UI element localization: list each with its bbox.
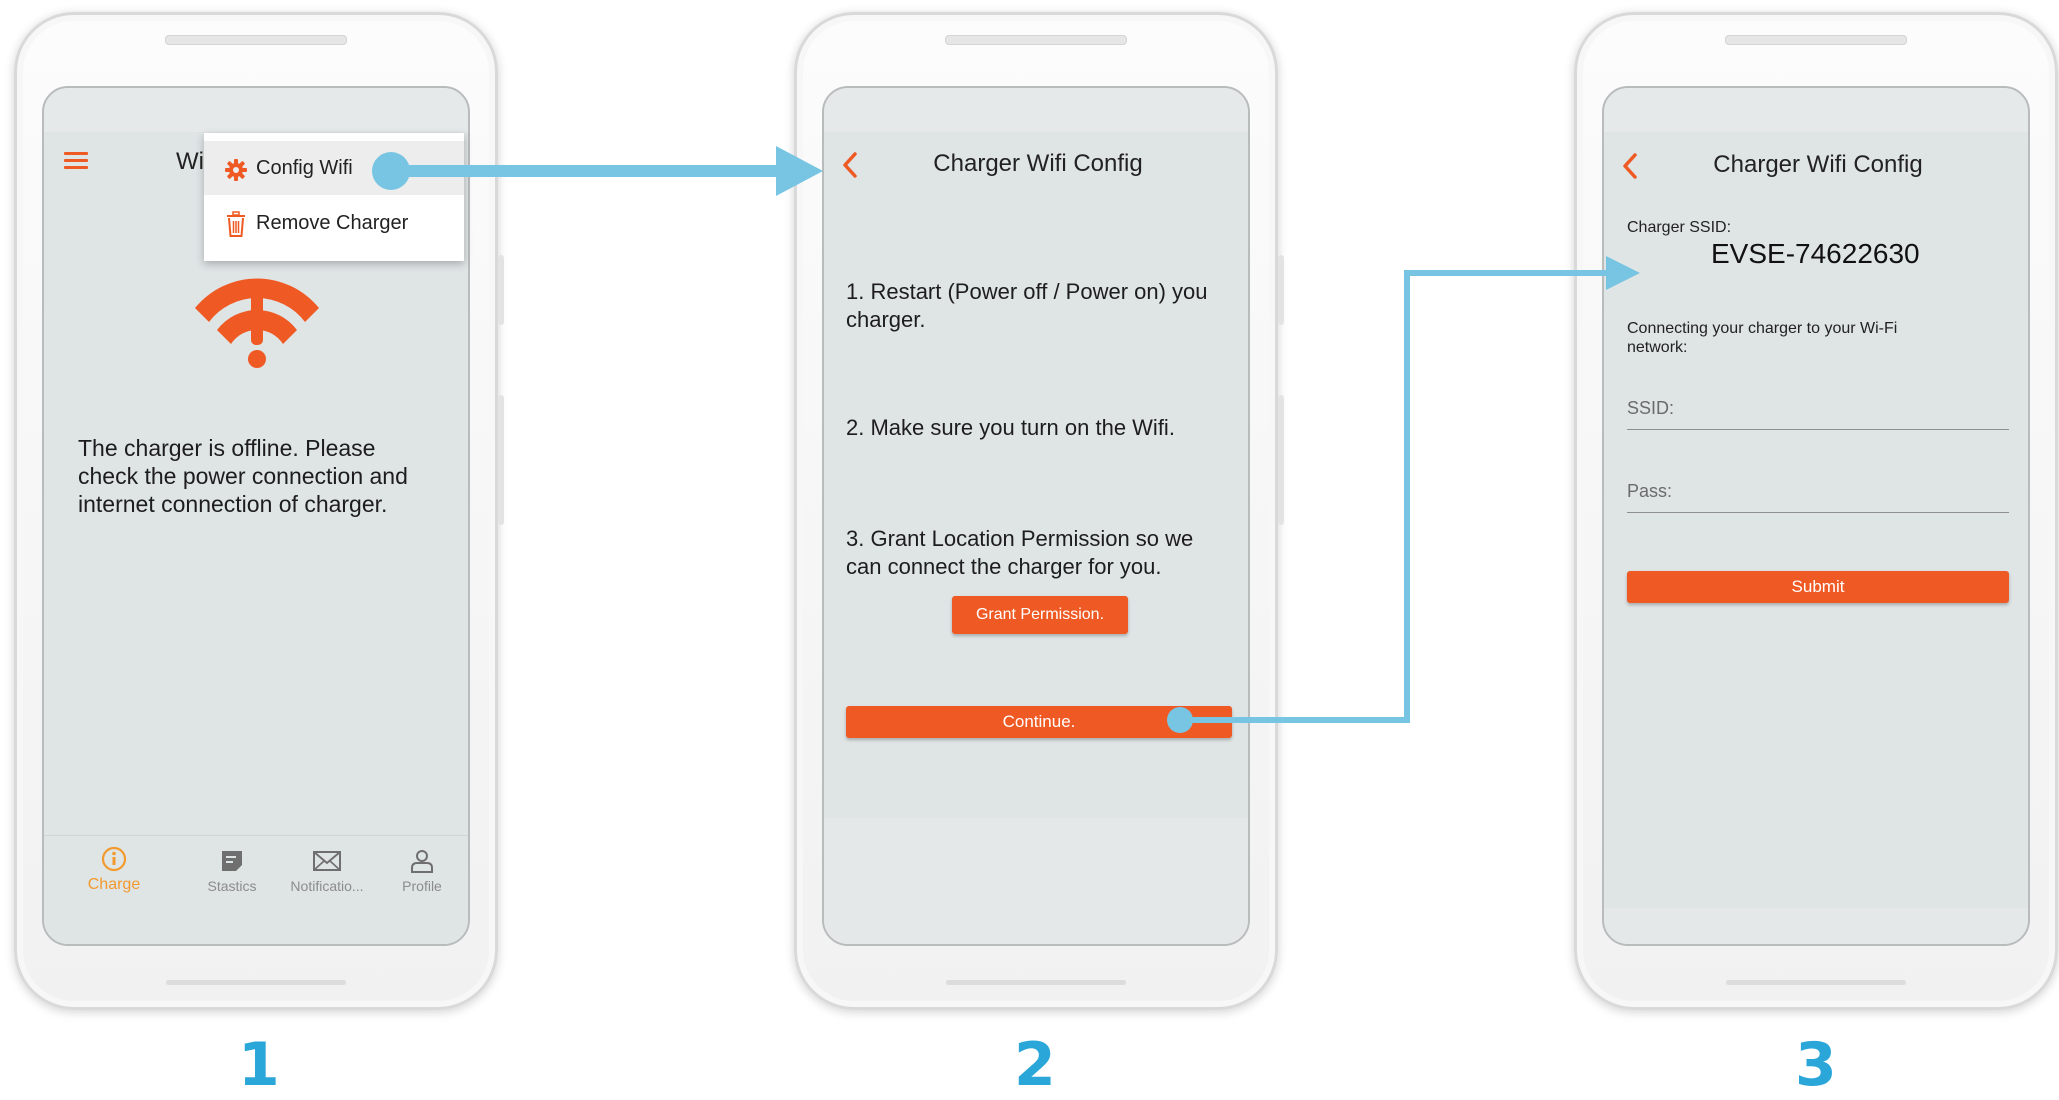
step-number-1: 1 bbox=[238, 1030, 280, 1100]
arrow-continue-to-screen3 bbox=[1167, 256, 1640, 733]
step-number-2: 2 bbox=[1014, 1030, 1056, 1100]
step-number-3: 3 bbox=[1795, 1030, 1837, 1100]
arrow-config-to-screen2 bbox=[372, 146, 823, 196]
flow-arrows bbox=[372, 146, 1640, 733]
